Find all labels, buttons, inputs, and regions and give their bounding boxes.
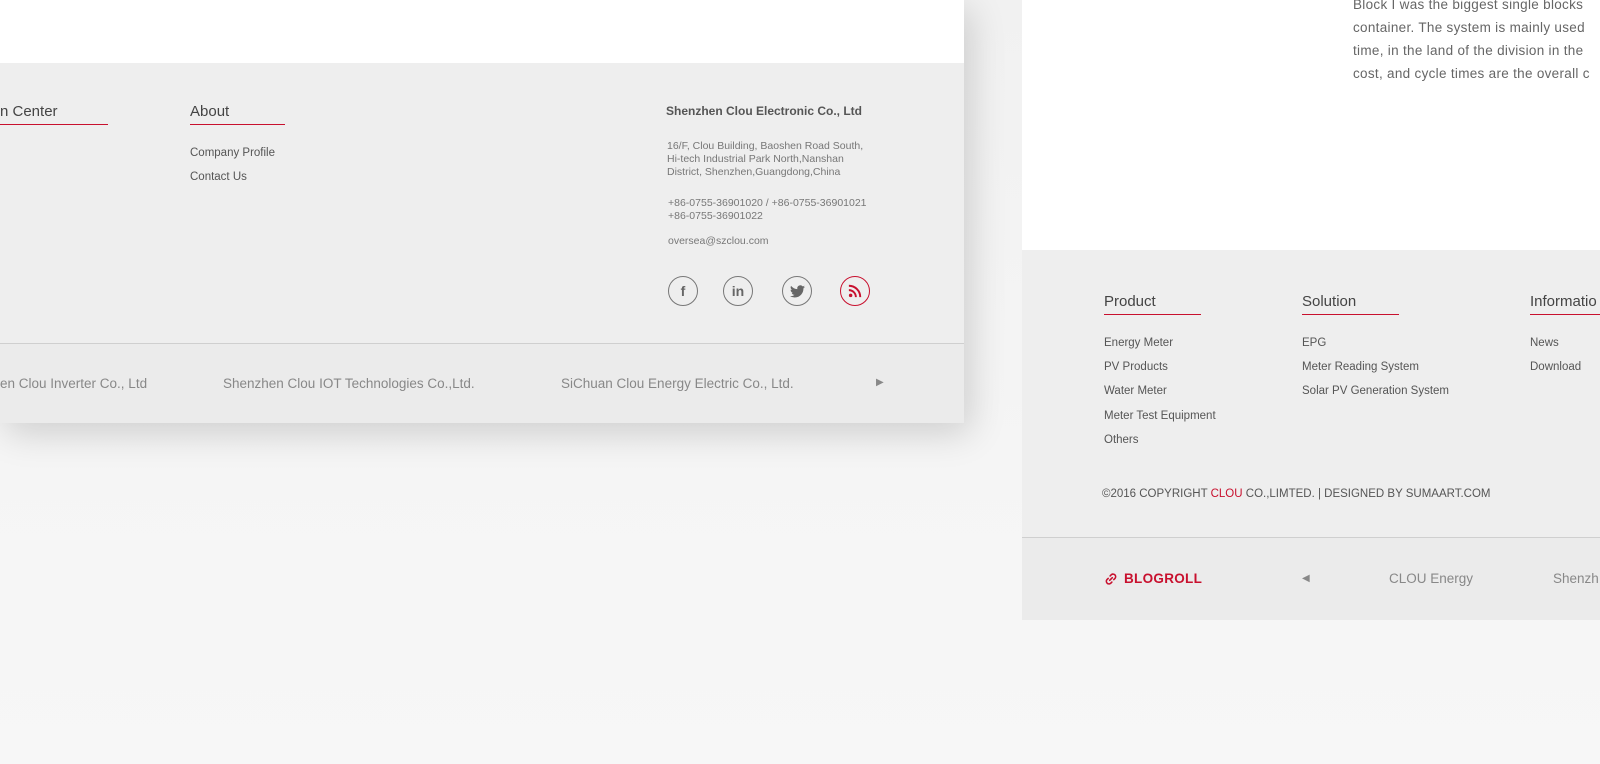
company-phones: +86-0755-36901020 / +86-0755-36901021 +8… — [668, 197, 867, 223]
footer-link-download[interactable]: Download — [1530, 361, 1581, 373]
footer-link-meter-reading-system[interactable]: Meter Reading System — [1302, 361, 1419, 373]
linkedin-icon[interactable]: in — [723, 276, 753, 306]
blogroll-title: BLOGROLL — [1124, 571, 1203, 586]
footer-link-epg[interactable]: EPG — [1302, 337, 1326, 349]
blogroll-link[interactable]: Shenzh — [1553, 571, 1599, 586]
footer-column-title-about[interactable]: About — [190, 103, 285, 125]
phone-line: +86-0755-36901022 — [668, 210, 763, 222]
right-content-area: Block I was the biggest single blocks co… — [1022, 0, 1600, 250]
right-page-preview: Block I was the biggest single blocks co… — [1022, 0, 1600, 620]
footer-link-water-meter[interactable]: Water Meter — [1104, 385, 1167, 397]
left-page-preview: n Center About Company Profile Contact U… — [0, 0, 964, 423]
intro-line: cost, and cycle times are the overall c — [1353, 66, 1590, 81]
phone-line: +86-0755-36901020 / +86-0755-36901021 — [668, 197, 867, 209]
rss-icon[interactable] — [840, 276, 870, 306]
left-content-area — [0, 0, 964, 63]
copyright-suffix: CO.,LIMTED. | DESIGNED BY SUMAART.COM — [1242, 488, 1491, 500]
twitter-icon[interactable] — [782, 276, 812, 306]
facebook-icon[interactable]: f — [668, 276, 698, 306]
footer-column-title-solution[interactable]: Solution — [1302, 293, 1399, 315]
company-email[interactable]: oversea@szclou.com — [668, 235, 769, 248]
intro-line: container. The system is mainly used — [1353, 20, 1585, 35]
footer-link-meter-test-equipment[interactable]: Meter Test Equipment — [1104, 410, 1216, 422]
blogroll-link[interactable]: CLOU Energy — [1389, 571, 1473, 586]
next-arrow-icon[interactable]: ▶ — [876, 377, 884, 388]
partner-link[interactable]: Shenzhen Clou IOT Technologies Co.,Ltd. — [223, 376, 475, 391]
footer-link-company-profile[interactable]: Company Profile — [190, 147, 275, 159]
address-line: 16/F, Clou Building, Baoshen Road South, — [667, 140, 864, 152]
partner-link[interactable]: SiChuan Clou Energy Electric Co., Ltd. — [561, 376, 794, 391]
address-line: Hi-tech Industrial Park North,Nanshan — [667, 153, 844, 165]
copyright-prefix: ©2016 COPYRIGHT — [1102, 488, 1211, 500]
left-partner-links-bar: en Clou Inverter Co., Ltd Shenzhen Clou … — [0, 343, 964, 423]
company-name: Shenzhen Clou Electronic Co., Ltd — [666, 104, 863, 118]
footer-link-energy-meter[interactable]: Energy Meter — [1104, 337, 1173, 349]
company-address: 16/F, Clou Building, Baoshen Road South,… — [667, 140, 863, 179]
address-line: District, Shenzhen,Guangdong,China — [667, 166, 841, 178]
left-footer: n Center About Company Profile Contact U… — [0, 63, 964, 343]
footer-column-title-information[interactable]: Informatio — [1530, 293, 1600, 315]
footer-link-others[interactable]: Others — [1104, 434, 1139, 446]
footer-column-title-center[interactable]: n Center — [0, 103, 108, 125]
intro-line: Block I was the biggest single blocks — [1353, 0, 1584, 12]
footer-link-contact-us[interactable]: Contact Us — [190, 171, 247, 183]
right-footer: Product Energy Meter PV Products Water M… — [1022, 250, 1600, 537]
copyright-brand[interactable]: CLOU — [1211, 488, 1243, 500]
footer-column-title-product[interactable]: Product — [1104, 293, 1201, 315]
footer-link-pv-products[interactable]: PV Products — [1104, 361, 1168, 373]
footer-link-solar-pv-generation[interactable]: Solar PV Generation System — [1302, 385, 1449, 397]
prev-arrow-icon[interactable]: ◀ — [1302, 573, 1310, 584]
partner-link[interactable]: en Clou Inverter Co., Ltd — [0, 376, 147, 391]
intro-line: time, in the land of the division in the — [1353, 43, 1584, 58]
copyright-text: ©2016 COPYRIGHT CLOU CO.,LIMTED. | DESIG… — [1102, 488, 1491, 500]
footer-link-news[interactable]: News — [1530, 337, 1559, 349]
link-icon — [1105, 572, 1117, 585]
intro-paragraph: Block I was the biggest single blocks co… — [1353, 0, 1590, 85]
right-blogroll-bar: BLOGROLL ◀ CLOU Energy Shenzh — [1022, 537, 1600, 620]
blogroll-label: BLOGROLL — [1104, 571, 1202, 586]
